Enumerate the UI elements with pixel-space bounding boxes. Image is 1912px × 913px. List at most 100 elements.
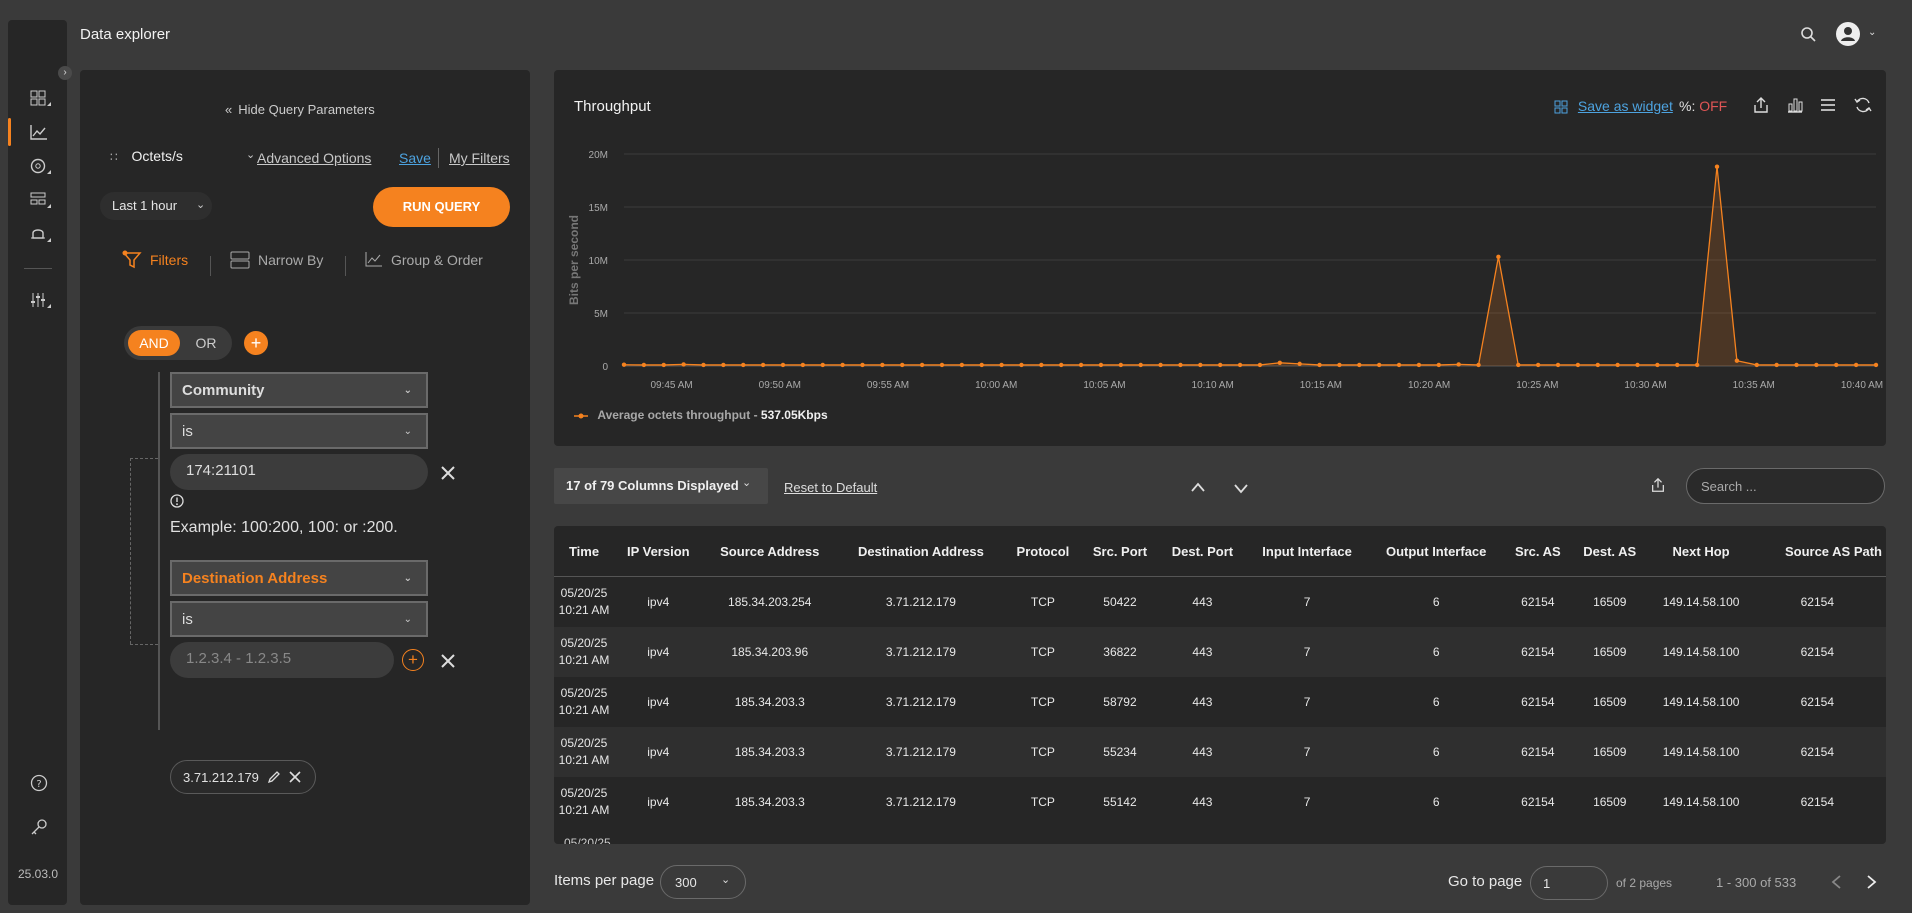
tree-branch (130, 644, 158, 645)
table-row[interactable]: 05/20/25 10:21 AM ipv4 185.34.203.3 3.71.21… (554, 727, 1886, 777)
x-tick-label: 10:05 AM (1083, 380, 1125, 391)
refresh-icon[interactable] (1854, 96, 1872, 114)
table-search-input[interactable]: Search ... (1686, 468, 1885, 504)
close-icon[interactable] (440, 465, 456, 481)
x-tick-label: 10:10 AM (1192, 380, 1234, 391)
expand-nav-button[interactable]: › (58, 66, 72, 80)
tab-filters[interactable]: Filters (122, 250, 188, 269)
hide-query-label: Hide Query Parameters (238, 102, 375, 117)
data-point (701, 362, 706, 368)
save-as-widget-link[interactable]: Save as widget (1554, 98, 1673, 114)
data-point (1516, 362, 1521, 368)
column-header[interactable]: Protocol (1004, 526, 1081, 577)
table-row[interactable]: 05/20/25 10:21 AM ipv4 185.34.203.254 3.71.… (554, 577, 1886, 628)
column-header[interactable]: Src. Port (1080, 526, 1159, 577)
column-header[interactable]: Src. AS (1504, 526, 1572, 577)
and-button[interactable]: AND (128, 330, 180, 356)
widget-icon (1554, 100, 1568, 114)
x-tick-label: 09:55 AM (867, 380, 909, 391)
chevron-left-icon[interactable] (1830, 874, 1842, 890)
data-point (820, 362, 825, 368)
advanced-options-link[interactable]: Advanced Options (257, 150, 371, 166)
data-point (1535, 362, 1541, 368)
legend-label: Average octets throughput - (597, 408, 758, 422)
add-value-button[interactable]: + (402, 649, 424, 671)
filter-operator-select[interactable]: is ⌄ (170, 601, 428, 637)
dashboard-icon[interactable] (30, 90, 52, 108)
filter-operator-select[interactable]: is ⌄ (170, 413, 428, 449)
table-cell: 55234 (1080, 727, 1159, 777)
column-header[interactable]: Time (554, 526, 614, 577)
export-icon[interactable] (1752, 96, 1770, 114)
column-header[interactable]: Next Hop (1647, 526, 1755, 577)
or-button[interactable]: OR (186, 330, 226, 356)
close-icon[interactable] (289, 771, 301, 783)
table-cell: 62154 (1800, 795, 1834, 809)
items-per-page-select[interactable]: 300 ⌄ (660, 865, 746, 899)
filter-value-input[interactable]: 1.2.3.4 - 1.2.3.5 (170, 642, 394, 678)
table-row[interactable]: 05/20/25 10:21 AM ipv4 185.34.203.3 3.71.21… (554, 677, 1886, 727)
column-header[interactable]: Input Interface (1245, 526, 1369, 577)
chevron-down-icon[interactable] (1233, 484, 1249, 494)
table-cell: 149.14.58.100 (1647, 627, 1755, 677)
data-point (1078, 362, 1084, 368)
filter-field-select[interactable]: Destination Address ⌄ (170, 560, 428, 596)
table-row[interactable]: 05/20/25 10:21 AM ipv4 185.34.203.96 3.71.2… (554, 627, 1886, 677)
filter-value-input[interactable]: 174:21101 (170, 454, 428, 490)
key-icon[interactable] (30, 818, 48, 836)
data-point (1635, 362, 1640, 368)
table-cell: 6 (1432, 595, 1440, 609)
chevron-right-icon[interactable] (1866, 874, 1878, 890)
edit-icon[interactable] (267, 770, 281, 784)
export-table-icon[interactable] (1650, 477, 1666, 493)
data-point (1297, 361, 1302, 367)
table-row[interactable]: 05/20/25 10:21 AM ipv4 185.34.203.3 3.71.21… (554, 777, 1886, 827)
hide-query-button[interactable]: « Hide Query Parameters (225, 102, 375, 117)
globe-icon[interactable] (30, 158, 52, 176)
column-header[interactable]: Destination Address (836, 526, 1005, 577)
run-query-button[interactable]: RUN QUERY (373, 187, 510, 227)
add-condition-button[interactable]: + (244, 331, 268, 355)
table-cell: 185.34.203.254 (728, 595, 812, 609)
data-point (1317, 362, 1322, 368)
tab-group-order[interactable]: Group & Order (365, 252, 483, 268)
reset-to-default-link[interactable]: Reset to Default (784, 480, 877, 495)
filter-value-placeholder: 1.2.3.4 - 1.2.3.5 (186, 650, 292, 667)
help-icon[interactable]: ? (30, 774, 48, 792)
chevron-up-icon[interactable] (1190, 482, 1206, 492)
column-header[interactable]: Dest. AS (1571, 526, 1648, 577)
filter-field-label: Community (182, 382, 265, 399)
sliders-icon[interactable] (30, 292, 52, 310)
close-icon[interactable] (440, 653, 456, 669)
search-icon[interactable] (1800, 26, 1816, 42)
save-link[interactable]: Save (399, 150, 431, 166)
column-header[interactable]: IP Version (614, 526, 703, 577)
data-point (1575, 362, 1581, 368)
my-filters-link[interactable]: My Filters (449, 150, 510, 166)
user-avatar-icon[interactable] (1836, 22, 1860, 46)
column-header[interactable]: Output Interface (1368, 526, 1505, 577)
menu-icon[interactable] (1820, 97, 1836, 113)
tab-narrow-by-label: Narrow By (258, 252, 324, 268)
table-cell: 3.71.212.179 (836, 627, 1005, 677)
tab-narrow-by[interactable]: Narrow By (230, 251, 324, 269)
data-point (1754, 362, 1759, 368)
filter-field-select[interactable]: Community ⌄ (170, 372, 428, 408)
page-number-input[interactable]: 1 (1530, 866, 1608, 900)
table-cell: 05/20/25 10:21 AM (554, 727, 614, 777)
columns-select[interactable]: 17 of 79 Columns Displayed ⌄ (554, 468, 768, 504)
chevron-down-icon[interactable]: ⌄ (1868, 27, 1876, 38)
table-cell: 58792 (1103, 695, 1137, 709)
x-tick-label: 10:40 AM (1841, 380, 1883, 391)
tree-branch (130, 458, 132, 644)
chart-legend[interactable]: Average octets throughput - 537.05Kbps (574, 408, 828, 422)
chart-icon[interactable] (30, 124, 48, 140)
column-header[interactable]: Dest. Port (1158, 526, 1246, 577)
bar-chart-icon[interactable] (1786, 96, 1804, 114)
metric-select[interactable]: ∷ Octets/s ⌄ (110, 148, 255, 170)
bell-icon[interactable] (30, 226, 52, 244)
column-header[interactable]: Source Address (702, 526, 837, 577)
column-header[interactable]: Source AS Path (1754, 526, 1886, 577)
hierarchy-icon[interactable] (30, 192, 52, 210)
percent-toggle[interactable]: %: OFF (1679, 98, 1727, 114)
